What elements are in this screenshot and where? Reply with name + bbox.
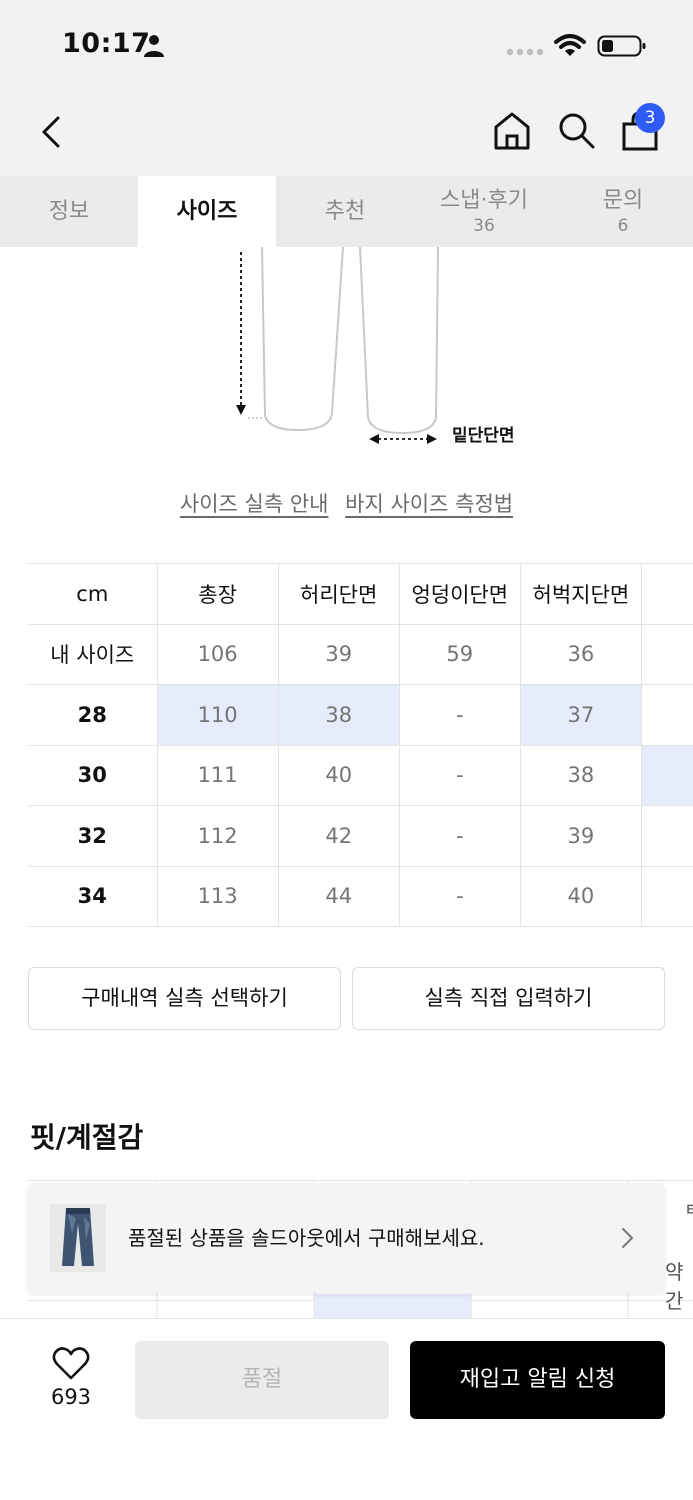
partial-column-text: 약간 [665, 1260, 684, 1313]
table-cell: 106 [157, 624, 279, 685]
tab-info[interactable]: 정보 [0, 176, 138, 247]
table-row[interactable]: 30 111 40 - 38 3 [28, 745, 693, 806]
actual-size-guide-link[interactable]: 사이즈 실측 안내 [180, 492, 329, 516]
wifi-icon [554, 34, 586, 56]
select-purchase-size-button[interactable]: 구매내역 실측 선택하기 [28, 967, 341, 1030]
table-cell-highlighted: 38 [278, 684, 400, 746]
column-header: 허벅지단면 [520, 563, 642, 625]
table-cell: 40 [520, 866, 642, 927]
table-cell: 113 [157, 866, 279, 927]
table-cell: 39 [520, 805, 642, 867]
top-navigation [0, 92, 693, 176]
table-cell: - [399, 745, 521, 806]
table-cell: 44 [278, 866, 400, 927]
table-cell: 3 [641, 866, 693, 927]
table-cell: 39 [278, 624, 400, 685]
partial-column-text: ㅌ [684, 1200, 693, 1221]
battery-icon [597, 35, 646, 57]
table-cell-highlighted: 3 [641, 745, 693, 806]
like-count: 693 [50, 1385, 92, 1409]
table-row-my-size: 내 사이즈 106 39 59 36 3 [28, 624, 693, 685]
column-header: cm [28, 563, 158, 625]
pants-measure-guide-link[interactable]: 바지 사이즈 측정법 [345, 492, 513, 516]
product-tabs: 정보 사이즈 추천 스냅·후기 36 문의 6 [0, 176, 693, 247]
table-cell: 38 [520, 745, 642, 806]
size-table-container[interactable]: cm 총장 허리단면 엉덩이단면 허벅지단면 밑 내 사이즈 106 39 59… [28, 563, 693, 927]
table-cell: 42 [278, 805, 400, 867]
bottom-purchase-bar: 693 품절 재입고 알림 신청 [0, 1318, 693, 1500]
hem-arrow [369, 434, 437, 444]
table-cell: - [399, 866, 521, 927]
fit-season-title: 핏/계절감 [30, 1121, 144, 1154]
banner-text: 품절된 상품을 솔드아웃에서 구매해보세요. [128, 1226, 485, 1250]
cart-count-badge: 3 [635, 103, 665, 133]
status-bar: 10:17 [0, 0, 693, 92]
column-header: 허리단면 [278, 563, 400, 625]
chevron-right-icon [622, 1228, 633, 1248]
table-cell: 59 [399, 624, 521, 685]
table-cell-highlighted: 37 [520, 684, 642, 746]
row-header: 30 [28, 745, 158, 806]
tab-size[interactable]: 사이즈 [138, 176, 276, 247]
column-header: 총장 [157, 563, 279, 625]
table-cell: 36 [520, 624, 642, 685]
row-header: 32 [28, 805, 158, 867]
pants-outline [261, 247, 439, 435]
row-header: 34 [28, 866, 158, 927]
home-icon[interactable] [492, 110, 532, 152]
tab-count: 36 [473, 216, 495, 236]
table-cell: 111 [157, 745, 279, 806]
tab-label: 정보 [48, 199, 90, 224]
column-header: 밑 [641, 563, 693, 625]
table-cell-highlighted: 110 [157, 684, 279, 746]
tab-recommend[interactable]: 추천 [276, 176, 414, 247]
soldout-marketplace-banner[interactable]: 품절된 상품을 솔드아웃에서 구매해보세요. [28, 1183, 665, 1293]
row-header: 28 [28, 684, 158, 746]
tab-label: 문의 [602, 188, 644, 213]
table-cell: - [399, 805, 521, 867]
tab-label: 스냅·후기 [440, 188, 528, 213]
pants-size-diagram [236, 247, 439, 444]
cellular-signal-icon [506, 48, 544, 56]
manual-size-input-button[interactable]: 실측 직접 입력하기 [352, 967, 665, 1030]
size-table: cm 총장 허리단면 엉덩이단면 허벅지단면 밑 내 사이즈 106 39 59… [28, 563, 693, 927]
product-thumbnail [50, 1204, 106, 1272]
table-cell: - [399, 684, 521, 746]
table-cell: 112 [157, 805, 279, 867]
row-header: 내 사이즈 [28, 624, 158, 685]
tab-label: 사이즈 [176, 199, 238, 224]
table-cell: 3 [641, 805, 693, 867]
tab-inquiry[interactable]: 문의 6 [554, 176, 692, 247]
table-header-row: cm 총장 허리단면 엉덩이단면 허벅지단면 밑 [28, 563, 693, 625]
status-time: 10:17 [62, 28, 151, 59]
length-arrow-head [236, 405, 246, 415]
tab-label: 추천 [324, 199, 366, 224]
column-header: 엉덩이단면 [399, 563, 521, 625]
person-icon [144, 35, 164, 57]
table-cell: 3 [641, 624, 693, 685]
table-row[interactable]: 28 110 38 - 37 3 [28, 684, 693, 746]
table-row[interactable]: 32 112 42 - 39 3 [28, 805, 693, 867]
search-icon[interactable] [556, 110, 596, 150]
back-arrow-icon[interactable] [38, 112, 64, 152]
table-cell: 40 [278, 745, 400, 806]
table-row[interactable]: 34 113 44 - 40 3 [28, 866, 693, 927]
table-cell: 3 [641, 684, 693, 746]
soldout-button: 품절 [135, 1341, 389, 1419]
tab-snap-review[interactable]: 스냅·후기 36 [415, 176, 553, 247]
restock-alert-button[interactable]: 재입고 알림 신청 [410, 1341, 665, 1419]
size-guide-links: 사이즈 실측 안내 바지 사이즈 측정법 [0, 488, 693, 518]
heart-icon[interactable] [52, 1347, 90, 1381]
hem-width-label: 밑단단면 [452, 426, 515, 446]
tab-count: 6 [617, 216, 629, 236]
